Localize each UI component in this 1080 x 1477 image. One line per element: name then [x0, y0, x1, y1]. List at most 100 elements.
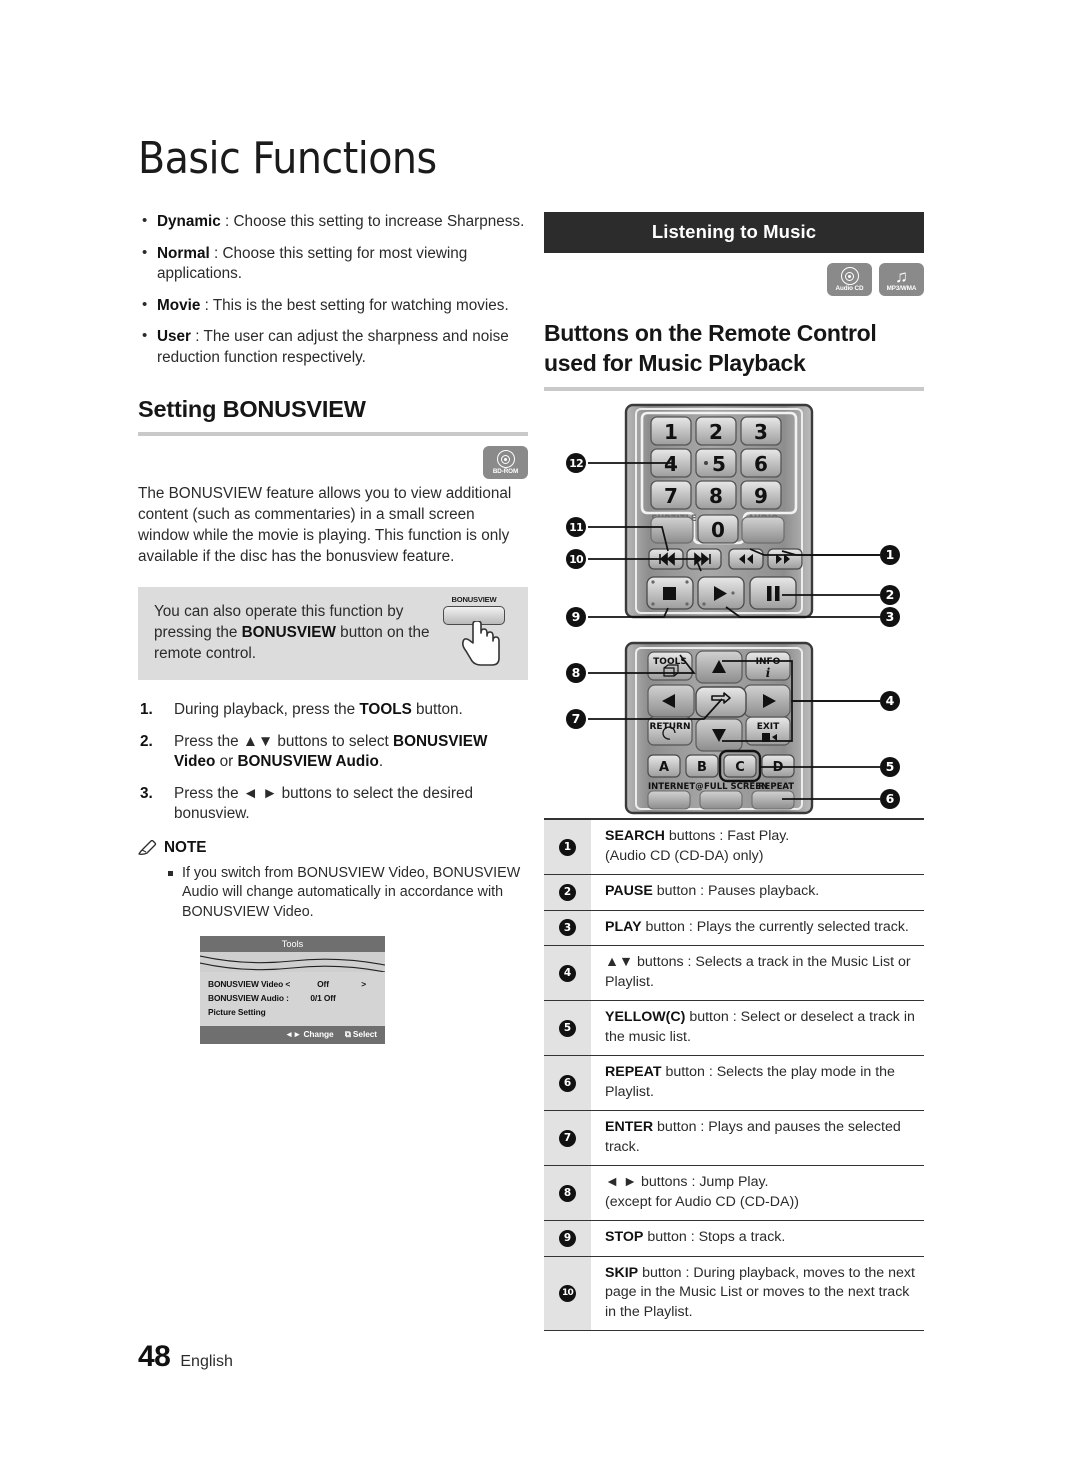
osd-row-bonusview-video[interactable]: BONUSVIEW Video < Off >	[208, 977, 377, 991]
table-row: 8 ◄ ► buttons : Jump Play. (except for A…	[544, 1166, 924, 1221]
svg-text:A: A	[659, 760, 669, 775]
wave-divider-icon	[200, 955, 385, 972]
legend-term: YELLOW(C)	[605, 1009, 686, 1025]
list-item: 1. During playback, press the TOOLS butto…	[138, 700, 528, 721]
osd-wave-break	[200, 952, 385, 972]
table-row: 5 YELLOW(C) button : Select or deselect …	[544, 1001, 924, 1056]
svg-text:5: 5	[712, 452, 726, 476]
bonusview-paragraph: The BONUSVIEW feature allows you to view…	[138, 485, 512, 565]
bonusview-remote-key-graphic: BONUSVIEW	[434, 595, 514, 666]
bullet-term: Normal	[157, 244, 210, 262]
legend-text: YELLOW(C) button : Select or deselect a …	[591, 1001, 924, 1055]
pencil-icon	[138, 839, 157, 855]
note-label: NOTE	[164, 838, 207, 856]
osd-title: Tools	[200, 936, 385, 952]
legend-index: 2	[544, 875, 591, 910]
table-row: 9 STOP button : Stops a track.	[544, 1221, 924, 1257]
callout-1: 1	[880, 545, 900, 565]
legend-index-badge: 2	[559, 883, 576, 901]
bd-rom-badge: BD-ROM	[483, 446, 528, 479]
osd-row-key: BONUSVIEW Audio :	[208, 993, 289, 1003]
svg-text:i: i	[766, 666, 771, 680]
step-text: Press the ◄ ► buttons to select the desi…	[174, 784, 473, 823]
legend-desc: ◄ ► buttons : Jump Play. (except for Aud…	[605, 1174, 799, 1210]
svg-text:1: 1	[664, 420, 678, 444]
page-number: 48	[138, 1340, 171, 1373]
osd-footer-select: ⧉ Select	[344, 1029, 377, 1039]
svg-text:9: 9	[754, 484, 768, 508]
svg-text:0: 0	[711, 518, 725, 542]
remote-upper-section: 1 2 3 4 5 6 7 8 9 0	[624, 403, 814, 619]
page-footer: 48 English	[138, 1340, 233, 1374]
remote-control-diagram: 1 2 3 4 5 6 7 8 9 0 TOOLS INFO i RETURN …	[544, 399, 924, 819]
osd-footer-change: ◄► Change	[284, 1029, 334, 1039]
remote-lower-section: TOOLS INFO i RETURN EXIT A B C D INTERNE…	[624, 641, 814, 815]
bullet-text: : This is the best setting for watching …	[200, 296, 509, 314]
callout-8: 8	[566, 663, 586, 683]
svg-text:C: C	[735, 760, 745, 775]
callout-6: 6	[880, 789, 900, 809]
legend-index-badge: 7	[559, 1129, 576, 1147]
legend-text: PAUSE button : Pauses playback.	[591, 875, 924, 910]
step-number: 3.	[140, 784, 153, 802]
tip-text-bold: BONUSVIEW	[241, 624, 336, 641]
remote-button-legend-table: 1 SEARCH buttons : Fast Play. (Audio CD …	[544, 818, 924, 1331]
bullet-term: Movie	[157, 296, 201, 314]
list-item: Dynamic : Choose this setting to increas…	[138, 211, 528, 233]
osd-row-picture-setting[interactable]: Picture Setting	[208, 1005, 377, 1019]
step-number: 2.	[140, 732, 153, 750]
bullet-term: User	[157, 328, 192, 345]
legend-desc: button : Pauses playback.	[652, 883, 820, 899]
legend-index: 5	[544, 1001, 591, 1055]
legend-desc: button : Plays the currently selected tr…	[641, 918, 909, 935]
callout-12: 12	[566, 453, 586, 473]
tip-box: You can also operate this function by pr…	[138, 587, 528, 680]
step-text-mid: or	[215, 753, 238, 770]
legend-index: 1	[544, 820, 591, 874]
manual-page: Basic Functions Dynamic : Choose this se…	[0, 0, 1080, 1477]
legend-index-badge: 1	[559, 838, 576, 856]
legend-text: ENTER button : Plays and pauses the sele…	[591, 1111, 924, 1165]
step-text-bold2: BONUSVIEW Audio	[237, 753, 379, 770]
osd-row-bonusview-audio[interactable]: BONUSVIEW Audio : 0/1 Off	[208, 991, 377, 1005]
legend-index-badge: 5	[559, 1019, 576, 1037]
legend-index: 10	[544, 1256, 591, 1330]
osd-rows: BONUSVIEW Video < Off > BONUSVIEW Audio …	[200, 972, 385, 1026]
table-row: 7 ENTER button : Plays and pauses the se…	[544, 1111, 924, 1166]
step-text-tail: button.	[411, 701, 463, 718]
bullet-text: : The user can adjust the sharpness and …	[157, 328, 509, 366]
list-item: 2. Press the ▲▼ buttons to select BONUSVI…	[138, 732, 528, 773]
legend-term: ENTER	[605, 1119, 654, 1135]
bd-rom-disc-icon	[496, 450, 515, 469]
section-divider	[544, 387, 924, 391]
legend-index: 7	[544, 1111, 591, 1165]
svg-text:8: 8	[709, 484, 723, 508]
callout-5: 5	[880, 757, 900, 777]
legend-index: 9	[544, 1221, 591, 1256]
step-text-tail: .	[378, 753, 384, 770]
callout-2: 2	[880, 585, 900, 605]
svg-text:6: 6	[754, 452, 768, 476]
svg-text:7: 7	[664, 484, 678, 508]
legend-text: REPEAT button : Selects the play mode in…	[591, 1056, 924, 1110]
mp3-wma-badge-label: MP3/WMA	[886, 284, 917, 292]
music-note-icon: ♫	[895, 266, 908, 286]
legend-index-badge: 6	[559, 1074, 576, 1092]
step-text: During playback, press the	[174, 701, 360, 718]
osd-row-value: 0/1 Off	[310, 993, 336, 1003]
remote-control-illustration: 1 2 3 4 5 6 7 8 9 0 TOOLS INFO i RETURN …	[588, 403, 880, 815]
svg-text:EXIT: EXIT	[757, 722, 780, 732]
table-row: 10 SKIP button : During playback, moves …	[544, 1256, 924, 1331]
legend-index-badge: 9	[559, 1229, 576, 1247]
picture-mode-bullet-list: Dynamic : Choose this setting to increas…	[138, 211, 528, 368]
bullet-term: Dynamic	[157, 213, 221, 230]
callout-4: 4	[880, 691, 900, 711]
osd-footer: ◄► Change ⧉ Select	[200, 1026, 385, 1044]
legend-index: 8	[544, 1166, 591, 1220]
legend-desc: button : Stops a track.	[643, 1229, 786, 1245]
page-title: Basic Functions	[138, 133, 437, 184]
list-item: If you switch from BONUSVIEW Video, BONU…	[168, 864, 528, 923]
svg-text:3: 3	[754, 420, 768, 444]
legend-term: SKIP	[605, 1264, 639, 1281]
table-row: 6 REPEAT button : Selects the play mode …	[544, 1056, 924, 1111]
